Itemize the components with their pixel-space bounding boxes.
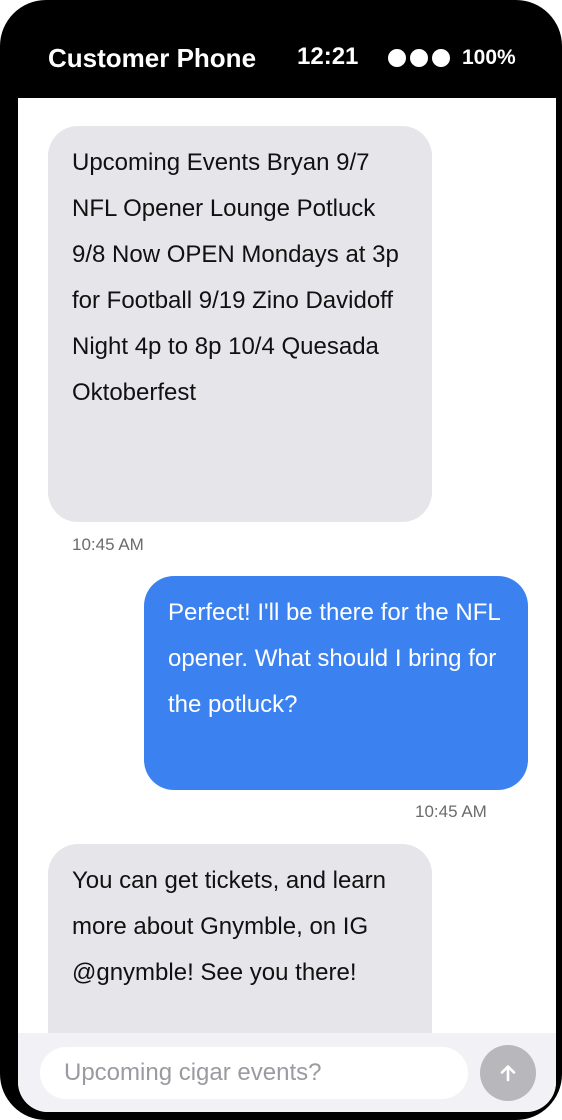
signal-dots-icon <box>388 49 450 67</box>
message-bubble-received: Upcoming Events Bryan 9/7 NFL Opener Lou… <box>48 126 432 522</box>
message-text: Perfect! I'll be there for the NFL opene… <box>168 599 500 718</box>
arrow-up-icon <box>500 1065 516 1082</box>
chat-screen: Upcoming Events Bryan 9/7 NFL Opener Lou… <box>18 98 556 1112</box>
message-input[interactable] <box>40 1047 468 1099</box>
battery-level: 100% <box>462 46 516 69</box>
message-timestamp: 10:45 AM <box>415 802 487 821</box>
message-list[interactable]: Upcoming Events Bryan 9/7 NFL Opener Lou… <box>18 98 556 1033</box>
send-button[interactable] <box>480 1045 536 1101</box>
phone-frame: Customer Phone 12:21 100% Upcoming Event… <box>0 0 562 1120</box>
message-bubble-sent: Perfect! I'll be there for the NFL opene… <box>144 576 528 790</box>
message-composer <box>18 1033 556 1112</box>
message-timestamp: 10:45 AM <box>72 535 144 554</box>
signal-dot-icon <box>388 49 406 67</box>
message-text: Upcoming Events Bryan 9/7 NFL Opener Lou… <box>72 149 399 406</box>
signal-dot-icon <box>410 49 428 67</box>
message-bubble-received: You can get tickets, and learn more abou… <box>48 844 432 1033</box>
status-bar-time: 12:21 <box>297 43 359 70</box>
status-bar-title: Customer Phone <box>48 43 257 73</box>
signal-dot-icon <box>432 49 450 67</box>
message-text: You can get tickets, and learn more abou… <box>72 867 386 986</box>
status-bar: Customer Phone 12:21 100% <box>0 0 562 98</box>
